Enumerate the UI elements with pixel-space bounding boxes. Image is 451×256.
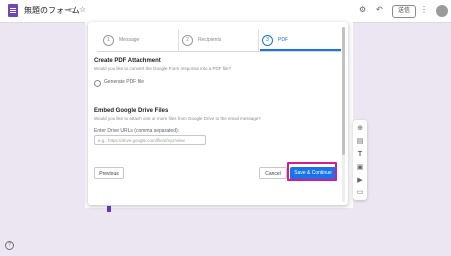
step-label: Message	[119, 37, 140, 43]
add-circle-icon[interactable]: ⊕	[356, 125, 364, 133]
avatar[interactable]	[436, 5, 448, 17]
folder-icon[interactable]: ▭	[68, 5, 76, 15]
step-message[interactable]: 1 Message	[103, 29, 139, 51]
image-icon[interactable]: ▣	[356, 164, 364, 172]
highlight-box	[287, 162, 337, 181]
step-label: Recipients	[198, 37, 222, 43]
pdf-section-title: Create PDF Attachment	[94, 58, 161, 64]
step-recipients[interactable]: 2 Recipients	[182, 29, 221, 51]
step-pdf[interactable]: 3 PDF	[262, 29, 288, 51]
import-icon[interactable]: ▤	[356, 138, 364, 146]
top-bar: 無題のフォーム ▭ ☆ ⚙ ↶ 送信 ⋮	[0, 0, 451, 23]
step-number: 1	[103, 34, 114, 46]
generate-pdf-label[interactable]: Generate PDF file	[104, 79, 144, 85]
side-toolbar: ⊕ ▤ T ▣ ▶ ▭	[353, 120, 367, 200]
forms-logo-icon[interactable]	[8, 4, 18, 17]
step-number: 3	[262, 34, 273, 46]
drive-section-description: Would you like to attach one or more fil…	[94, 116, 261, 121]
cancel-button[interactable]: Cancel	[259, 167, 287, 179]
undo-icon[interactable]: ↶	[376, 5, 383, 15]
title-icon[interactable]: T	[356, 151, 364, 159]
drive-section-title: Embed Google Drive Files	[94, 108, 169, 114]
form-accent-edge	[107, 206, 111, 212]
step-label: PDF	[278, 37, 288, 43]
pdf-section-description: Would you like to convert the Google For…	[94, 66, 231, 71]
section-icon[interactable]: ▭	[356, 189, 364, 197]
stepper: 1 Message 2 Recipients 3 PDF	[97, 29, 341, 52]
more-vert-icon[interactable]: ⋮	[420, 5, 428, 15]
previous-button[interactable]: Previous	[94, 167, 124, 179]
video-icon[interactable]: ▶	[356, 177, 364, 185]
star-icon[interactable]: ☆	[79, 5, 86, 15]
scrollbar-thumb[interactable]	[342, 27, 345, 155]
help-icon[interactable]: ?	[5, 241, 14, 250]
generate-pdf-radio[interactable]	[94, 80, 101, 87]
customize-theme-icon[interactable]: ⚙	[359, 5, 366, 15]
active-step-indicator	[260, 49, 341, 51]
send-button[interactable]: 送信	[392, 5, 416, 18]
step-divider	[178, 29, 179, 51]
drive-urls-label: Enter Drive URLs (comma separated):	[94, 128, 180, 134]
step-divider	[258, 29, 259, 51]
drive-urls-input[interactable]: e.g., https://drive.google.com/file/d/xy…	[94, 135, 206, 145]
step-number: 2	[182, 34, 193, 46]
